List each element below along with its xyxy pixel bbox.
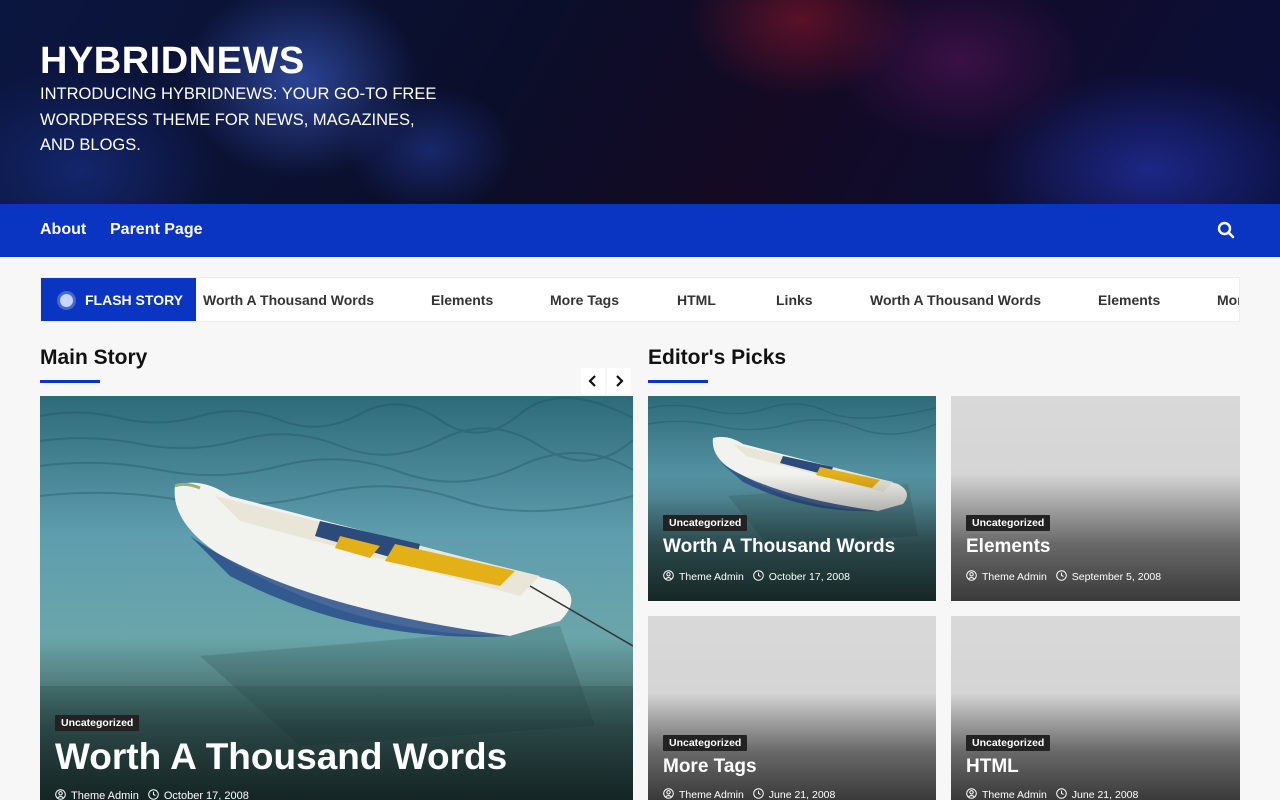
post-meta: Theme Admin June 21, 2008 (966, 788, 1138, 800)
ticker-item[interactable]: Worth A Thousand Words (870, 292, 1041, 308)
clock-icon (752, 788, 769, 800)
flash-story-text: FLASH STORY (85, 292, 184, 308)
author-link[interactable]: Theme Admin (982, 571, 1047, 583)
main-navigation: About Parent Page (0, 204, 1280, 257)
author-link[interactable]: Theme Admin (71, 790, 139, 800)
user-icon (663, 570, 679, 584)
editors-pick-card[interactable]: Uncategorized More Tags Theme Admin June… (648, 616, 936, 800)
user-icon (663, 788, 679, 800)
category-badge[interactable]: Uncategorized (966, 515, 1051, 531)
post-meta: Theme Admin October 17, 2008 (663, 570, 850, 584)
chevron-left-icon (588, 372, 598, 391)
ticker-item[interactable]: Elements (1098, 292, 1160, 308)
flash-story-label: FLASH STORY (41, 278, 196, 321)
main-story-title[interactable]: Worth A Thousand Words (55, 736, 507, 778)
author-link[interactable]: Theme Admin (679, 571, 744, 583)
clock-icon (1055, 788, 1072, 800)
ticker-item[interactable]: Elements (431, 292, 493, 308)
clock-icon (148, 789, 164, 800)
category-badge[interactable]: Uncategorized (55, 715, 140, 731)
slider-prev-button[interactable] (581, 368, 605, 394)
post-date[interactable]: September 5, 2008 (1072, 571, 1161, 583)
post-date[interactable]: June 21, 2008 (1072, 789, 1139, 800)
user-icon (55, 789, 71, 800)
user-icon (966, 788, 982, 800)
editors-picks-heading: Editor's Picks (648, 346, 787, 369)
category-badge[interactable]: Uncategorized (663, 515, 748, 531)
ticker-item[interactable]: Worth A Thousand Words (203, 292, 374, 308)
post-date[interactable]: October 17, 2008 (769, 571, 850, 583)
post-meta: Theme Admin September 5, 2008 (966, 570, 1161, 584)
nav-item-parent-page[interactable]: Parent Page (110, 221, 202, 239)
slider-next-button[interactable] (607, 368, 631, 394)
clock-icon (1055, 570, 1072, 584)
category-badge[interactable]: Uncategorized (966, 735, 1051, 751)
main-story-heading: Main Story (40, 346, 148, 369)
editors-pick-card[interactable]: Uncategorized Elements Theme Admin Septe… (951, 396, 1240, 601)
search-icon[interactable] (1217, 221, 1237, 241)
ticker-item[interactable]: Links (776, 292, 813, 308)
post-date[interactable]: October 17, 2008 (164, 790, 249, 800)
live-dot-icon (60, 294, 73, 307)
editors-pick-card[interactable]: Uncategorized Worth A Thousand Words The… (648, 396, 936, 601)
ticker-item[interactable]: More Tags (550, 292, 619, 308)
author-link[interactable]: Theme Admin (982, 789, 1047, 800)
nav-item-about[interactable]: About (40, 221, 86, 239)
main-story-card[interactable]: Uncategorized Worth A Thousand Words The… (40, 396, 633, 800)
flash-story-ticker: FLASH STORY Worth A Thousand Words Eleme… (40, 277, 1240, 322)
chevron-right-icon (614, 372, 624, 391)
main-story-underline (40, 380, 100, 383)
site-title[interactable]: HYBRIDNEWS (40, 40, 305, 83)
editors-pick-title[interactable]: Worth A Thousand Words (663, 536, 895, 558)
editors-pick-card[interactable]: Uncategorized HTML Theme Admin June 21, … (951, 616, 1240, 800)
editors-pick-title[interactable]: Elements (966, 536, 1050, 558)
clock-icon (752, 570, 769, 584)
category-badge[interactable]: Uncategorized (663, 735, 748, 751)
site-header: HYBRIDNEWS INTRODUCING HYBRIDNEWS: YOUR … (0, 0, 1280, 204)
ticker-item[interactable]: HTML (677, 292, 716, 308)
site-tagline: INTRODUCING HYBRIDNEWS: YOUR GO-TO FREE … (40, 85, 437, 154)
user-icon (966, 570, 982, 584)
editors-pick-title[interactable]: HTML (966, 756, 1019, 778)
post-date[interactable]: June 21, 2008 (769, 789, 836, 800)
editors-pick-title[interactable]: More Tags (663, 756, 757, 778)
editors-picks-underline (648, 380, 708, 383)
post-meta: Theme Admin June 21, 2008 (663, 788, 835, 800)
author-link[interactable]: Theme Admin (679, 789, 744, 800)
ticker-item[interactable]: More Tags (1217, 292, 1239, 308)
post-meta: Theme Admin October 17, 2008 (55, 789, 249, 800)
